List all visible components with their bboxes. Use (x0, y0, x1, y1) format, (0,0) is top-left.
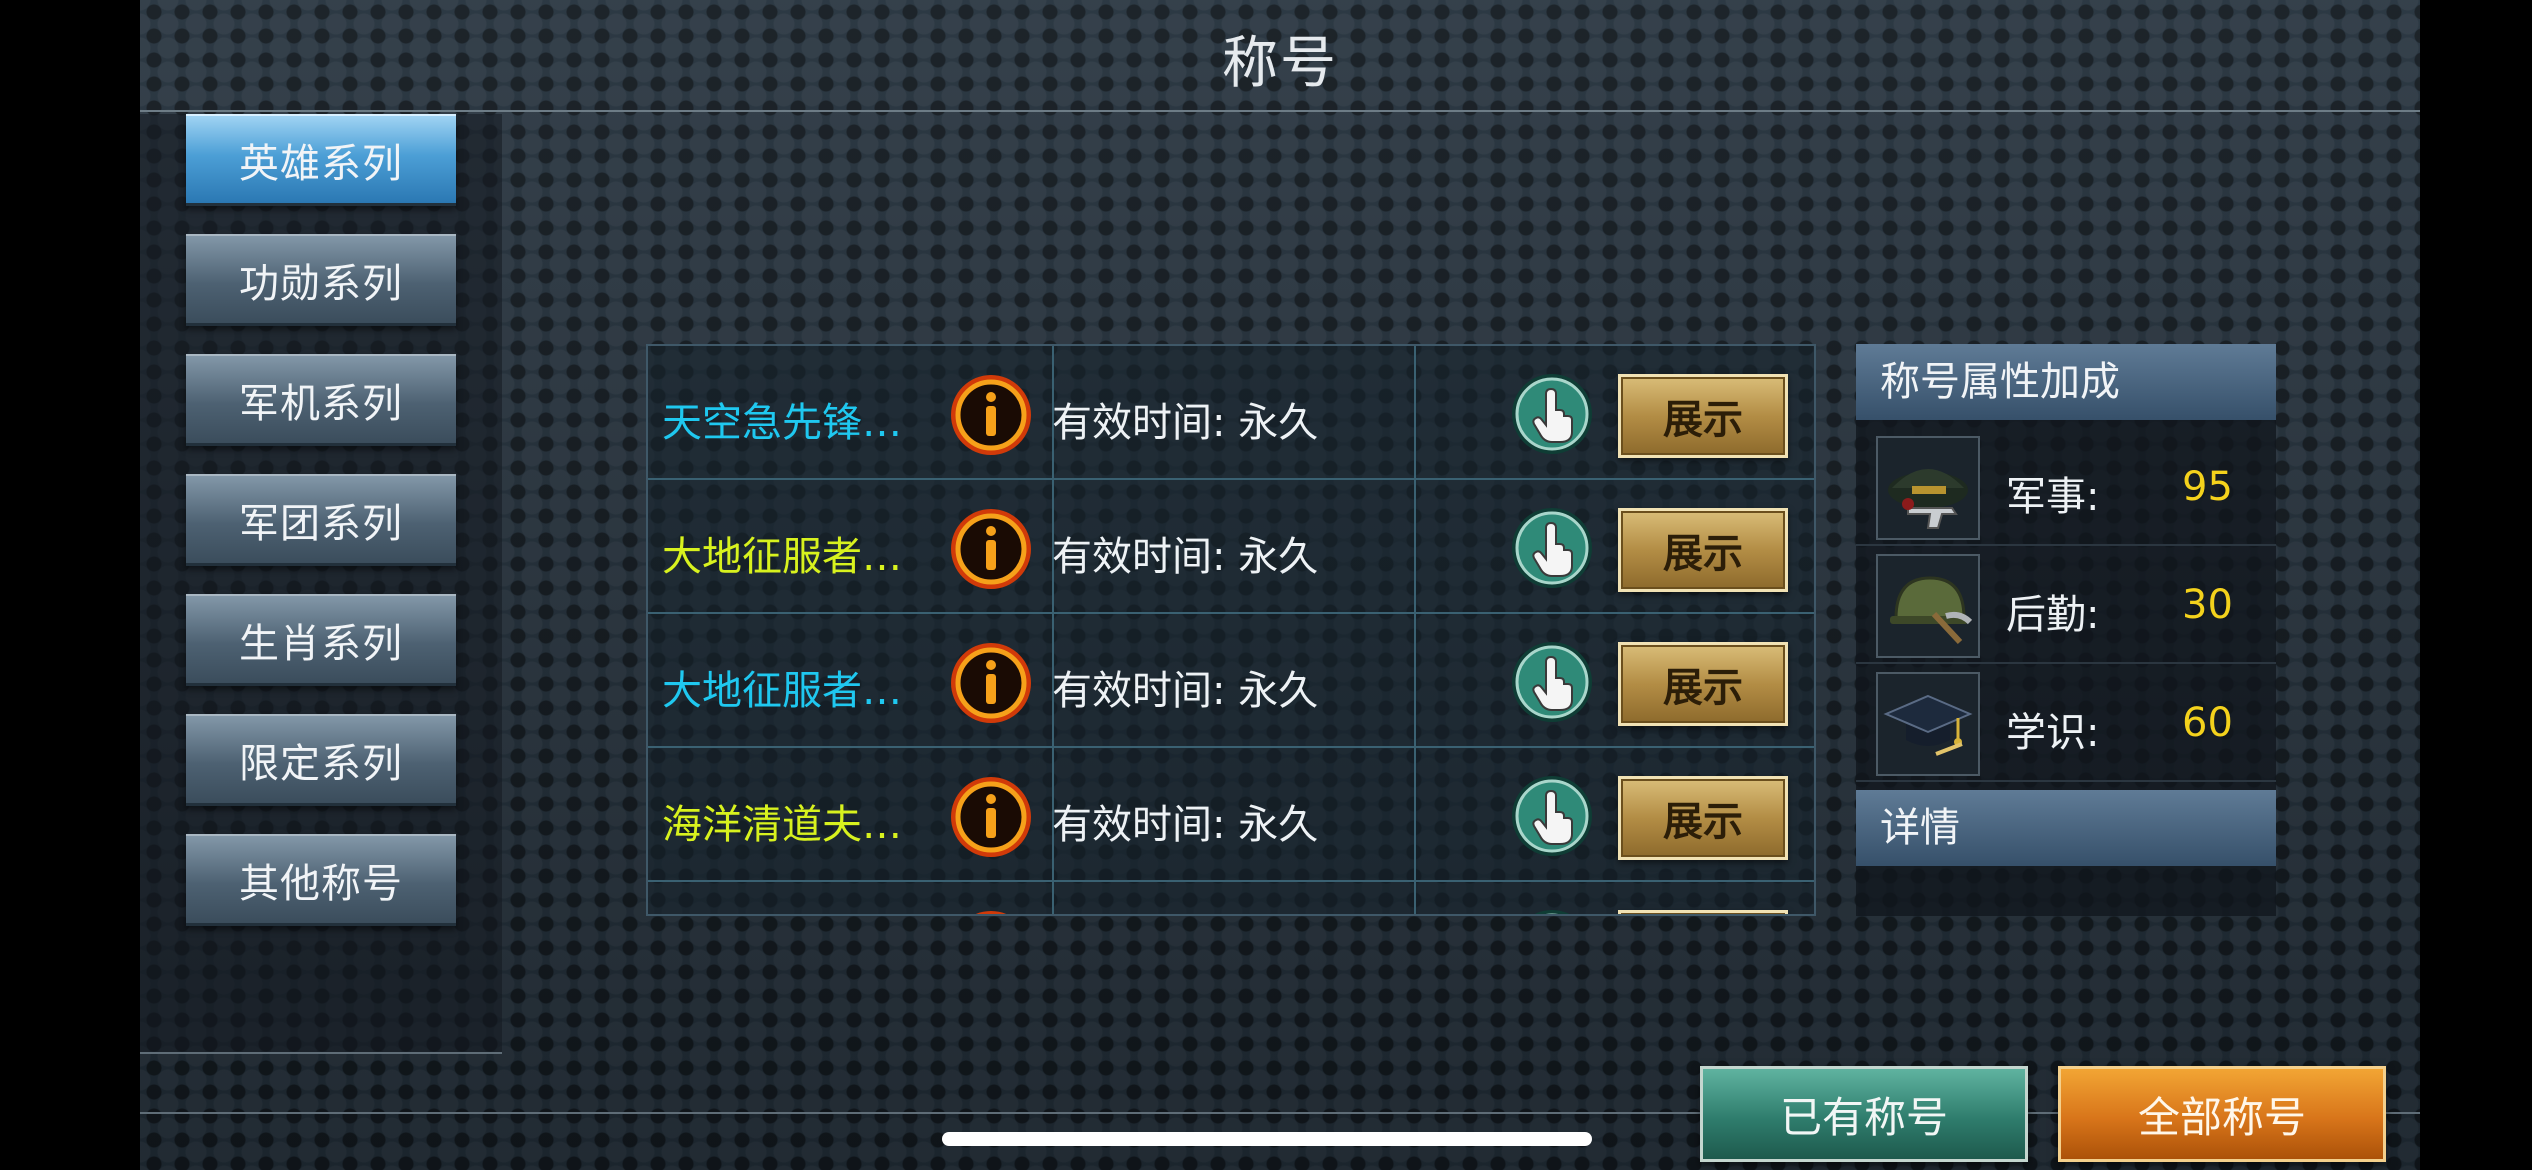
sidebar-item-label: 其他称号 (239, 860, 403, 907)
attribute-label: 学识: (2006, 710, 2100, 756)
all-titles-label: 全部称号 (2137, 1092, 2306, 1142)
officer-cap-pistol-icon (1876, 436, 1980, 540)
sidebar-item-aircraft-series[interactable]: 军机系列 (186, 354, 456, 446)
info-icon[interactable] (948, 372, 1034, 458)
attribute-label: 军事: (2006, 474, 2100, 520)
sidebar-item-label: 限定系列 (239, 740, 403, 787)
validity-text: 有效时间: 永久 (1052, 534, 1319, 580)
validity-text: 有效时间: 永久 (1052, 400, 1319, 446)
title-row: 大地征服者… 有效时间: 永久 展示 (648, 614, 1814, 748)
attribute-row-knowledge: 学识: 60 (1856, 666, 2276, 782)
show-button[interactable]: 展示 (1618, 776, 1788, 860)
title-name: 大地征服者… (662, 534, 902, 580)
attribute-bonus-header: 称号属性加成 (1856, 344, 2276, 420)
title-bar: 称号 (140, 0, 2420, 112)
show-button[interactable] (1618, 910, 1788, 914)
graduation-cap-icon (1876, 672, 1980, 776)
owned-titles-label: 已有称号 (1779, 1092, 1948, 1142)
sidebar-item-label: 军机系列 (239, 380, 403, 427)
pointing-hand-icon[interactable] (1510, 908, 1594, 916)
info-icon[interactable] (948, 774, 1034, 860)
attribute-row-military: 军事: 95 (1856, 430, 2276, 546)
home-indicator[interactable] (942, 1132, 1592, 1146)
show-button[interactable]: 展示 (1618, 642, 1788, 726)
info-icon[interactable] (948, 908, 1034, 916)
title-row: 大地征服者… 有效时间: 永久 展示 (648, 480, 1814, 614)
info-icon[interactable] (948, 640, 1034, 726)
sidebar-item-merit-series[interactable]: 功勋系列 (186, 234, 456, 326)
sidebar-item-other-titles[interactable]: 其他称号 (186, 834, 456, 926)
category-sidebar: 英雄系列 功勋系列 军机系列 军团系列 生肖系列 限定系列 其他称号 (140, 114, 502, 1054)
attribute-label: 后勤: (2006, 592, 2100, 638)
sidebar-item-label: 功勋系列 (239, 260, 403, 307)
attribute-value: 30 (2182, 582, 2233, 628)
pointing-hand-icon[interactable] (1510, 774, 1594, 858)
info-icon[interactable] (948, 506, 1034, 592)
title-row: 天空急先锋… 有效时间: 永久 展示 (648, 346, 1814, 480)
show-button[interactable]: 展示 (1618, 374, 1788, 458)
title-list[interactable]: 天空急先锋… 有效时间: 永久 展示 大地征服者… 有效时间: 永久 展示 大地… (646, 344, 1816, 916)
helmet-pickaxe-icon (1876, 554, 1980, 658)
validity-text: 有效时间: 永久 (1052, 802, 1319, 848)
pointing-hand-icon[interactable] (1510, 506, 1594, 590)
page-title: 称号 (1222, 31, 1338, 96)
show-button-label: 展示 (1663, 531, 1743, 577)
show-button-label: 展示 (1663, 665, 1743, 711)
show-button-label: 展示 (1663, 397, 1743, 443)
validity-text: 有效时间: 永久 (1052, 668, 1319, 714)
show-button-label: 展示 (1663, 799, 1743, 845)
sidebar-item-label: 英雄系列 (239, 140, 403, 187)
sidebar-item-limited-series[interactable]: 限定系列 (186, 714, 456, 806)
show-button[interactable]: 展示 (1618, 508, 1788, 592)
attribute-bonus-panel: 称号属性加成 军事: 95 后勤: 30 学识: 60 详情 (1856, 344, 2276, 916)
sidebar-item-zodiac-series[interactable]: 生肖系列 (186, 594, 456, 686)
title-row: 海洋清道夫… 有效时间: 永久 展示 (648, 748, 1814, 882)
attribute-row-logistics: 后勤: 30 (1856, 548, 2276, 664)
title-name: 海洋清道夫… (662, 802, 902, 848)
attribute-value: 95 (2182, 464, 2233, 510)
title-row-partial (648, 882, 1814, 916)
sidebar-item-legion-series[interactable]: 军团系列 (186, 474, 456, 566)
pointing-hand-icon[interactable] (1510, 640, 1594, 724)
owned-titles-button[interactable]: 已有称号 (1700, 1066, 2028, 1162)
title-name: 天空急先锋… (662, 400, 902, 446)
sidebar-item-label: 生肖系列 (239, 620, 403, 667)
title-name: 大地征服者… (662, 668, 902, 714)
all-titles-button[interactable]: 全部称号 (2058, 1066, 2386, 1162)
sidebar-item-hero-series[interactable]: 英雄系列 (186, 114, 456, 206)
attribute-value: 60 (2182, 700, 2233, 746)
sidebar-item-label: 军团系列 (239, 500, 403, 547)
pointing-hand-icon[interactable] (1510, 372, 1594, 456)
details-header: 详情 (1856, 790, 2276, 866)
